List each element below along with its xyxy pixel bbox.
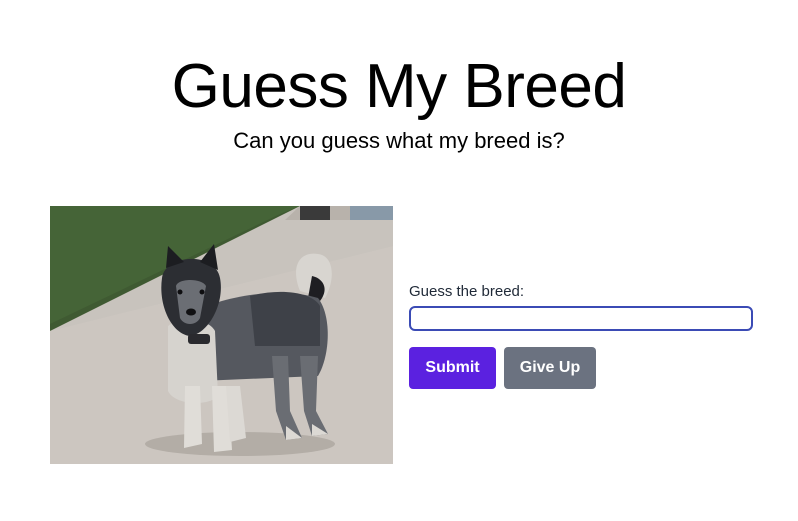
guess-form: Guess the breed: Submit Give Up bbox=[409, 282, 753, 389]
submit-button[interactable]: Submit bbox=[409, 347, 496, 389]
give-up-button[interactable]: Give Up bbox=[504, 347, 596, 389]
guess-label: Guess the breed: bbox=[409, 283, 525, 300]
button-row: Submit Give Up bbox=[409, 347, 753, 389]
dog-photo bbox=[50, 206, 393, 464]
breed-input[interactable] bbox=[409, 306, 753, 331]
page-subtitle: Can you guess what my breed is? bbox=[233, 128, 565, 153]
page: Guess My Breed Can you guess what my bre… bbox=[0, 0, 798, 521]
page-title: Guess My Breed bbox=[171, 52, 627, 121]
